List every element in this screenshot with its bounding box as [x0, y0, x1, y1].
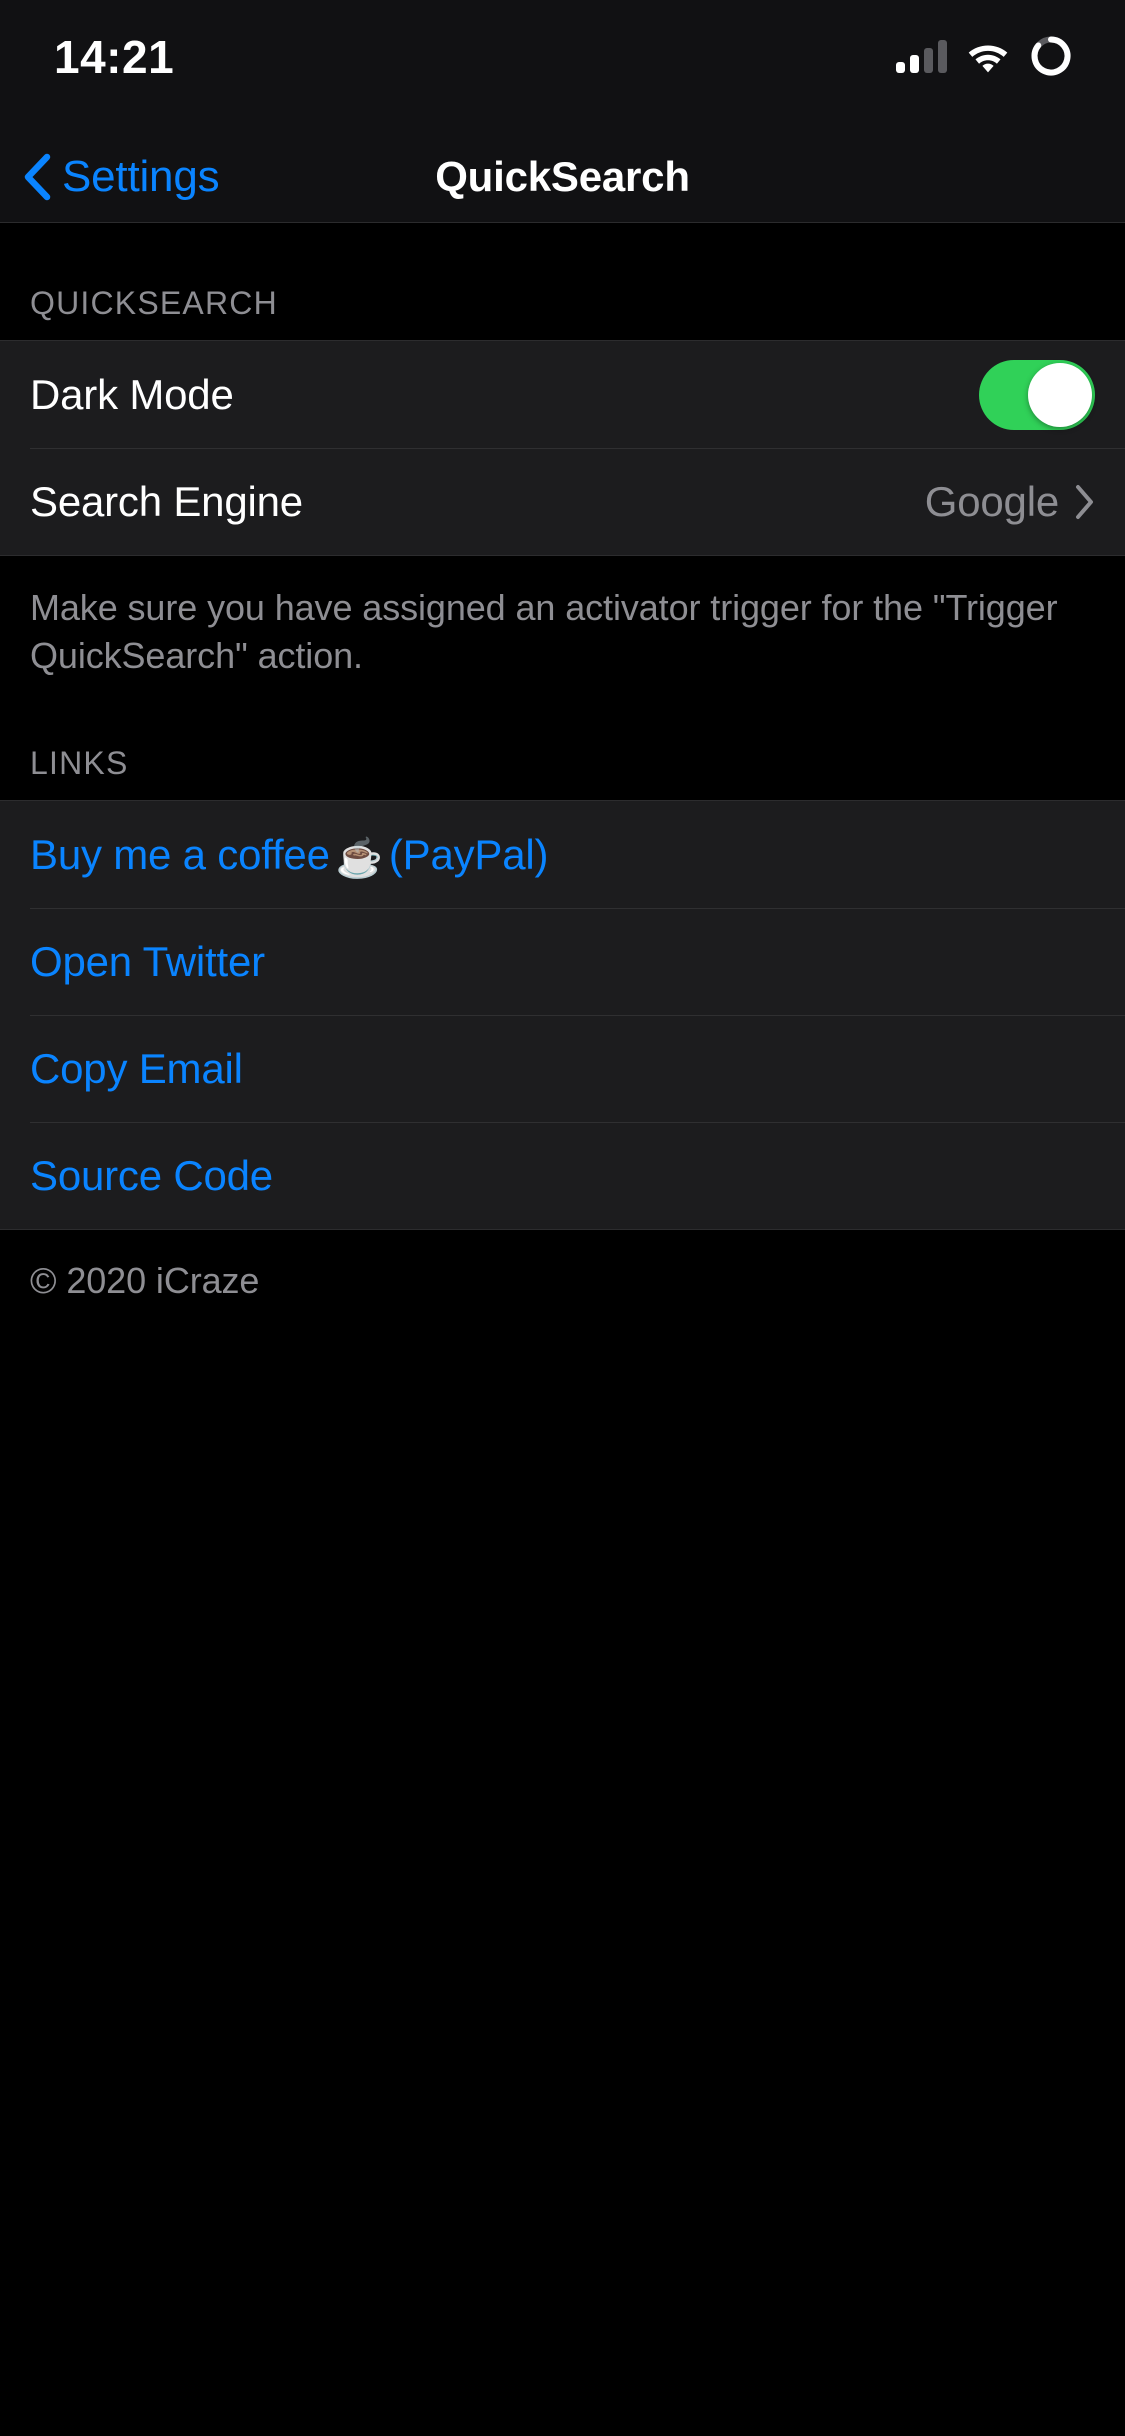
section-header-quicksearch: QUICKSEARCH — [30, 285, 278, 321]
dark-mode-toggle[interactable] — [979, 359, 1095, 430]
status-bar: 14:21 — [0, 0, 1125, 132]
row-search-engine[interactable]: Search Engine Google — [0, 448, 1125, 555]
status-bar-time: 14:21 — [54, 31, 175, 83]
row-dark-mode-label: Dark Mode — [30, 370, 234, 418]
links-group: Buy me a coffee ☕ (PayPal) Open Twitter Co… — [0, 800, 1125, 1231]
chevron-left-icon — [22, 153, 52, 201]
row-copy-email[interactable]: Copy Email — [0, 1015, 1125, 1122]
row-search-engine-accessory: Google — [925, 478, 1095, 526]
chevron-right-icon — [1075, 484, 1095, 520]
row-open-twitter[interactable]: Open Twitter — [0, 908, 1125, 1015]
coffee-link-text-after: (PayPal) — [388, 830, 549, 878]
row-dark-mode-accessory — [979, 359, 1095, 430]
quicksearch-footer-note: Make sure you have assigned an activator… — [30, 587, 1058, 676]
status-bar-indicators — [896, 28, 1073, 78]
copyright-label: © 2020 iCraze — [30, 1260, 260, 1302]
toggle-knob — [1028, 362, 1092, 427]
row-buy-me-a-coffee[interactable]: Buy me a coffee ☕ (PayPal) — [0, 801, 1125, 908]
wifi-icon — [966, 39, 1010, 73]
row-source-code-label: Source Code — [30, 1151, 273, 1199]
quicksearch-group: Dark Mode Search Engine Google — [0, 340, 1125, 556]
row-open-twitter-label: Open Twitter — [30, 937, 265, 985]
search-engine-value: Google — [924, 477, 1059, 525]
row-search-engine-label: Search Engine — [30, 477, 303, 525]
back-button[interactable]: Settings — [22, 152, 220, 201]
settings-list: QUICKSEARCH Dark Mode Search Engine Goog… — [0, 223, 1125, 1303]
navigation-bar: Settings QuickSearch — [0, 132, 1125, 222]
row-buy-me-a-coffee-label: Buy me a coffee ☕ (PayPal) — [30, 830, 549, 880]
back-button-label: Settings — [62, 152, 220, 201]
section-header-links: LINKS — [30, 745, 129, 782]
hot-beverage-icon: ☕ — [335, 837, 383, 880]
row-copy-email-label: Copy Email — [30, 1044, 243, 1092]
cellular-signal-icon — [896, 39, 947, 73]
row-dark-mode[interactable]: Dark Mode — [0, 341, 1125, 448]
battery-ring-icon — [1029, 34, 1073, 78]
coffee-link-text-before: Buy me a coffee — [30, 830, 330, 878]
row-source-code[interactable]: Source Code — [0, 1122, 1125, 1229]
